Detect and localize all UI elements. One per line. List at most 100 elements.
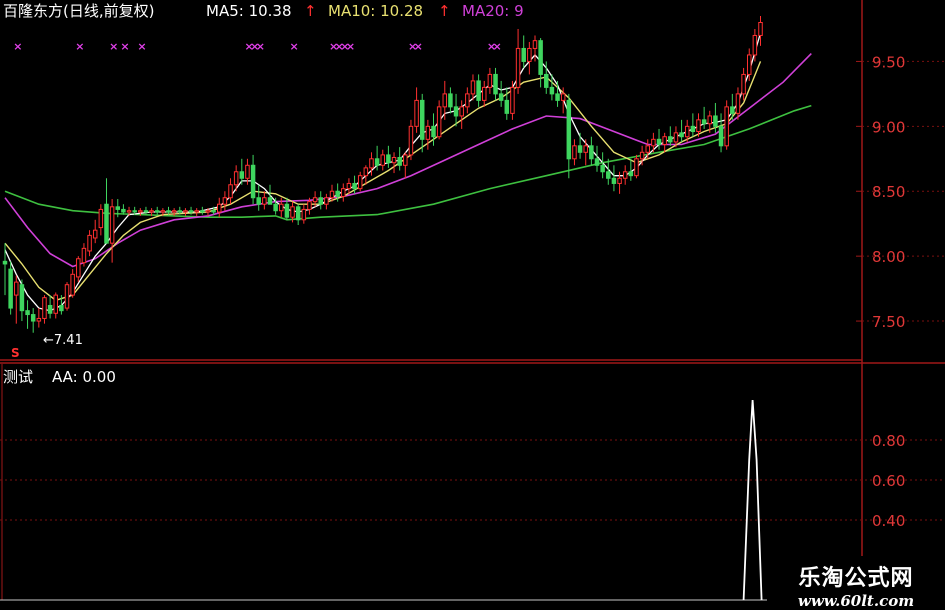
candle-body bbox=[746, 54, 752, 75]
candle-body bbox=[470, 80, 476, 95]
price-tick-label: 8.00 bbox=[872, 248, 905, 266]
candle-body bbox=[262, 197, 267, 205]
candle-body bbox=[250, 164, 256, 199]
candle-body bbox=[53, 294, 58, 314]
candle-body bbox=[245, 164, 250, 179]
candle-body bbox=[408, 125, 414, 156]
indicator-tick-label: 0.40 bbox=[872, 512, 905, 530]
candle-body bbox=[414, 99, 419, 127]
low-price-marker: ←7.41 bbox=[43, 333, 83, 348]
candle-body bbox=[386, 154, 391, 164]
candle-body bbox=[493, 73, 498, 95]
candle-body bbox=[611, 177, 617, 184]
candle-body bbox=[126, 210, 132, 213]
signal-marker: × bbox=[256, 40, 265, 53]
candle-body bbox=[374, 158, 380, 166]
candle-body bbox=[701, 119, 707, 125]
candle-body bbox=[403, 154, 408, 166]
candle-body bbox=[81, 247, 87, 264]
candle-body bbox=[138, 210, 143, 213]
candle-body bbox=[425, 125, 431, 140]
candle-body bbox=[64, 284, 70, 309]
indicator-tick-label: 0.80 bbox=[872, 432, 905, 450]
ma5-up-arrow: ↑ bbox=[304, 2, 317, 20]
kline-chart: × × × × × ××× × ×××× ×× ×× 7.508.008.509.009.50 0… bbox=[0, 0, 945, 609]
price-tick-label: 9.50 bbox=[872, 53, 905, 71]
candle-body bbox=[718, 125, 724, 147]
candle-body bbox=[645, 145, 650, 153]
candle-body bbox=[2, 260, 8, 265]
candle-body bbox=[177, 210, 183, 213]
candle-body bbox=[273, 203, 278, 212]
candle-body bbox=[47, 304, 53, 314]
candle-body bbox=[25, 310, 30, 316]
candle-body bbox=[239, 171, 245, 179]
candle-body bbox=[651, 138, 656, 147]
indicator-axis-labels: 0.40 0.60 0.80 bbox=[872, 432, 905, 530]
candle-body bbox=[589, 145, 594, 160]
candle-body bbox=[481, 86, 487, 101]
candle-body bbox=[357, 175, 363, 190]
candle-body bbox=[459, 106, 464, 117]
candle-body bbox=[668, 136, 673, 143]
candle-body bbox=[76, 258, 81, 278]
candle-body bbox=[510, 86, 515, 114]
candle-body bbox=[233, 171, 239, 186]
candle-body bbox=[504, 99, 510, 114]
s-marker: S bbox=[11, 346, 20, 360]
signal-marker: × bbox=[290, 40, 299, 53]
candle-body bbox=[59, 304, 64, 312]
candle-body bbox=[183, 210, 188, 213]
candle-body bbox=[690, 125, 696, 133]
candle-body bbox=[279, 203, 284, 212]
candle-body bbox=[487, 73, 493, 88]
signal-marker: × bbox=[109, 40, 118, 53]
candle-body bbox=[98, 208, 104, 229]
candle-body bbox=[600, 164, 605, 173]
candle-body bbox=[572, 145, 577, 160]
candle-body bbox=[318, 197, 323, 205]
candle-body bbox=[256, 197, 261, 205]
watermark-brand: 乐淘公式网 bbox=[798, 566, 914, 591]
candle-body bbox=[312, 197, 318, 203]
candle-body bbox=[448, 93, 453, 108]
candle-body bbox=[346, 182, 352, 190]
candle-body bbox=[730, 106, 735, 114]
candle-body bbox=[194, 210, 199, 213]
candle-body bbox=[87, 234, 92, 252]
candle-body bbox=[560, 93, 566, 101]
candle-body bbox=[200, 210, 205, 213]
candle-body bbox=[617, 177, 622, 184]
candle-body bbox=[154, 210, 160, 213]
candle-body bbox=[521, 47, 526, 62]
candle-body bbox=[628, 171, 634, 177]
candle-body bbox=[741, 73, 746, 95]
candle-body bbox=[14, 281, 19, 296]
candle-body bbox=[341, 188, 346, 197]
candle-body bbox=[30, 314, 36, 322]
candle-body bbox=[369, 158, 374, 169]
candle-body bbox=[295, 206, 301, 221]
candle-body bbox=[335, 190, 340, 197]
signal-marker: × bbox=[346, 40, 355, 53]
candle-body bbox=[684, 125, 690, 138]
candle-body bbox=[228, 184, 233, 199]
candle-body bbox=[442, 93, 448, 108]
candle-body bbox=[713, 115, 718, 127]
candle-body bbox=[205, 210, 211, 213]
price-tick-label: 9.00 bbox=[872, 118, 905, 136]
watermark: 乐淘公式网 www.60lt.com bbox=[767, 557, 945, 610]
candle-body bbox=[188, 210, 194, 213]
stock-name-label: 百隆东方(日线,前复权) bbox=[3, 2, 154, 20]
candle-body bbox=[149, 210, 154, 213]
candle-body bbox=[301, 208, 307, 221]
candle-body bbox=[594, 158, 600, 166]
indicator-tick-label: 0.60 bbox=[872, 472, 905, 490]
candle-body bbox=[70, 273, 75, 296]
candle-body bbox=[307, 201, 312, 210]
candle-body bbox=[634, 158, 639, 177]
candle-body bbox=[143, 210, 149, 213]
candle-body bbox=[419, 99, 425, 140]
candle-body bbox=[92, 229, 98, 239]
candle-body bbox=[160, 210, 166, 213]
